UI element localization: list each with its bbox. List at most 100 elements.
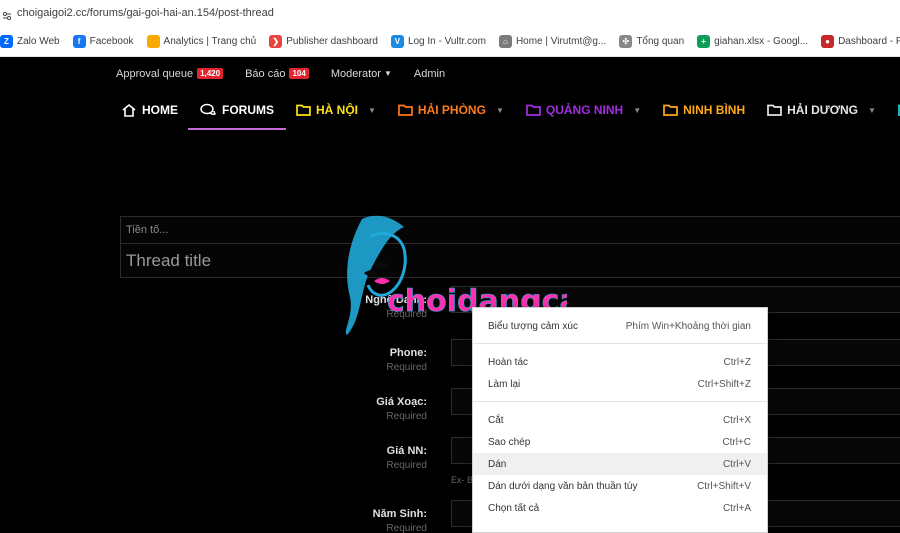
folder-icon (663, 104, 678, 116)
home-icon: ⌂ (498, 34, 512, 48)
bookmark-4[interactable]: ❯ Publisher dashboard (269, 34, 378, 48)
main-nav: HOME FORUMS HÀ NỘI ▼ HẢI PHÒNG ▼ QUẢNG NINH ▼ NI… (0, 90, 900, 130)
bookmark-9[interactable]: ●Dashboard - PRO Si... (821, 34, 900, 48)
bookmarks-bar: Z Zalo Web f Facebook Analytics | Trang chủ ❯… (0, 26, 900, 57)
reports-link[interactable]: Báo cáo 104 (245, 68, 309, 80)
menu-item-shortcut: Ctrl+A (722, 502, 751, 514)
bookmark-label: Facebook (89, 35, 134, 47)
bookmark-label: Tổng quan (636, 35, 685, 47)
nav-label: HOME (142, 103, 178, 117)
zalo-icon: Z (0, 34, 13, 48)
rule-note-2: * Không được VIẾT HOA toàn bộ tiêu đề bà… (109, 162, 338, 174)
chevron-down-icon[interactable]: ▼ (368, 106, 376, 115)
bookmark-3[interactable]: Analytics | Trang chủ (146, 34, 257, 48)
menu-item-label: Hoàn tác (488, 356, 529, 368)
menu-item-shortcut: Ctrl+Shift+Z (697, 378, 751, 390)
bookmark-6[interactable]: ⌂ Home | Virutmt@g... (498, 34, 607, 48)
dashboard-icon: ● (821, 34, 835, 48)
folder-icon (296, 104, 311, 116)
nav-item-5[interactable]: QUẢNG NINH ▼ (526, 90, 641, 130)
bookmark-label: Publisher dashboard (286, 35, 378, 47)
nav-item-4[interactable]: HẢI PHÒNG ▼ (398, 90, 504, 130)
menu-item-shortcut: Ctrl+Shift+V (697, 480, 751, 492)
bookmark-label: Zalo Web (17, 35, 60, 47)
chat-bubbles-icon (200, 103, 217, 117)
rule-note-1: * Chọn đúng giá hoặc khu vực em làm (109, 136, 309, 148)
field-label: Giá Xoạc: (376, 396, 427, 408)
rule-note-3: * Bài viết có Hình Ảnh chuẩn. Admin sẽ x… (109, 189, 512, 201)
nav-label: QUẢNG NINH (545, 103, 624, 117)
required-indicator: Required (386, 362, 427, 373)
context-menu: Biểu tượng cảm xúc Phím Win+Khoảng thời g… (472, 307, 768, 533)
chevron-down-icon[interactable]: ▼ (496, 106, 504, 115)
nav-label: HẢI PHÒNG (417, 103, 486, 117)
admin-link[interactable]: Admin (414, 68, 445, 80)
approval-queue-link[interactable]: Approval queue 1,420 (116, 67, 224, 80)
admin-bar: Approval queue 1,420 Báo cáo 104 Moderat… (0, 57, 900, 90)
chevron-down-icon: ▼ (383, 69, 392, 78)
menu-item-label: Biểu tượng cảm xúc (488, 320, 578, 332)
menu-item-shortcut: Ctrl+V (722, 458, 751, 470)
folder-icon (767, 104, 782, 116)
url-text[interactable]: choigaigoi2.cc/forums/gai-goi-hai-an.154… (17, 7, 274, 19)
reports-label: Báo cáo (245, 67, 286, 80)
menu-item-shortcut: Ctrl+C (722, 436, 751, 448)
context-menu-item[interactable]: Dán Ctrl+V (473, 453, 767, 475)
nav-label: NINH BÌNH (683, 103, 746, 117)
sheets-icon: + (697, 34, 711, 48)
bookmark-1[interactable]: Z Zalo Web (0, 34, 60, 48)
chevron-down-icon[interactable]: ▼ (868, 106, 876, 115)
site-settings-icon[interactable] (2, 8, 12, 21)
nav-label: FORUMS (222, 103, 274, 117)
nav-item-3[interactable]: HÀ NỘI ▼ (296, 90, 376, 130)
bookmark-7[interactable]: ✣ Tổng quan (619, 34, 685, 48)
field-label: Năm Sinh: (372, 508, 427, 520)
moderator-menu[interactable]: Moderator ▼ (331, 68, 392, 80)
menu-item-shortcut: Phím Win+Khoảng thời gian (625, 320, 751, 332)
nav-label: HẢI DƯƠNG (787, 103, 858, 117)
context-menu-item[interactable]: Chọn tất cả Ctrl+A (473, 497, 767, 519)
facebook-icon: f (72, 34, 86, 48)
menu-item-label: Dán dưới dạng văn bản thuần túy (488, 480, 638, 492)
nav-item-6[interactable]: NINH BÌNH (663, 90, 745, 130)
menu-item-shortcut: Ctrl+X (722, 414, 751, 426)
context-menu-item[interactable]: Sao chép Ctrl+C (473, 431, 767, 453)
context-menu-item[interactable]: Dán dưới dạng văn bản thuần túy Ctrl+Shif… (473, 475, 767, 497)
bookmark-2[interactable]: f Facebook (72, 34, 134, 48)
field-hint: Ex- B (451, 475, 474, 485)
menu-item-label: Dán (488, 458, 507, 470)
bookmark-label: giahan.xlsx - Googl... (714, 35, 809, 47)
menu-item-label: Sao chép (488, 436, 531, 448)
tongquan-icon: ✣ (619, 34, 633, 48)
field-label: Giá NN: (386, 445, 427, 457)
approval-queue-label: Approval queue (116, 67, 194, 80)
nav-item-7[interactable]: HẢI DƯƠNG ▼ (767, 90, 876, 130)
bookmark-5[interactable]: V Log In - Vultr.com (390, 34, 486, 48)
nav-item-2[interactable]: FORUMS (188, 90, 286, 130)
menu-separator (473, 401, 767, 402)
nav-item-1[interactable]: HOME (121, 90, 178, 130)
context-menu-item[interactable]: Biểu tượng cảm xúc Phím Win+Khoảng thời g… (473, 315, 767, 337)
field-label: Phone: (389, 347, 427, 359)
approval-count-badge: 1,420 (197, 68, 224, 79)
publisher-icon: ❯ (269, 34, 283, 48)
bookmark-label: Home | Virutmt@g... (515, 35, 607, 47)
bookmark-label: Log In - Vultr.com (407, 35, 486, 47)
context-menu-item[interactable]: Cắt Ctrl+X (473, 409, 767, 431)
bookmark-8[interactable]: + giahan.xlsx - Googl... (697, 34, 809, 48)
context-menu-item[interactable]: Làm lại Ctrl+Shift+Z (473, 373, 767, 395)
admin-label: Admin (413, 67, 446, 80)
moderator-label: Moderator (330, 67, 381, 80)
context-menu-item[interactable]: Hoàn tác Ctrl+Z (473, 351, 767, 373)
chevron-down-icon[interactable]: ▼ (633, 106, 641, 115)
required-indicator: Required (386, 411, 427, 422)
menu-item-label: Làm lại (488, 378, 521, 390)
analytics-icon (146, 34, 160, 48)
menu-item-label: Chọn tất cả (488, 502, 540, 514)
vultr-icon: V (390, 34, 404, 48)
folder-icon (526, 104, 541, 116)
menu-item-label: Cắt (488, 414, 504, 426)
nav-label: HÀ NỘI (316, 103, 358, 117)
bookmark-label: Analytics | Trang chủ (163, 35, 257, 47)
address-bar[interactable]: choigaigoi2.cc/forums/gai-goi-hai-an.154… (0, 0, 900, 26)
